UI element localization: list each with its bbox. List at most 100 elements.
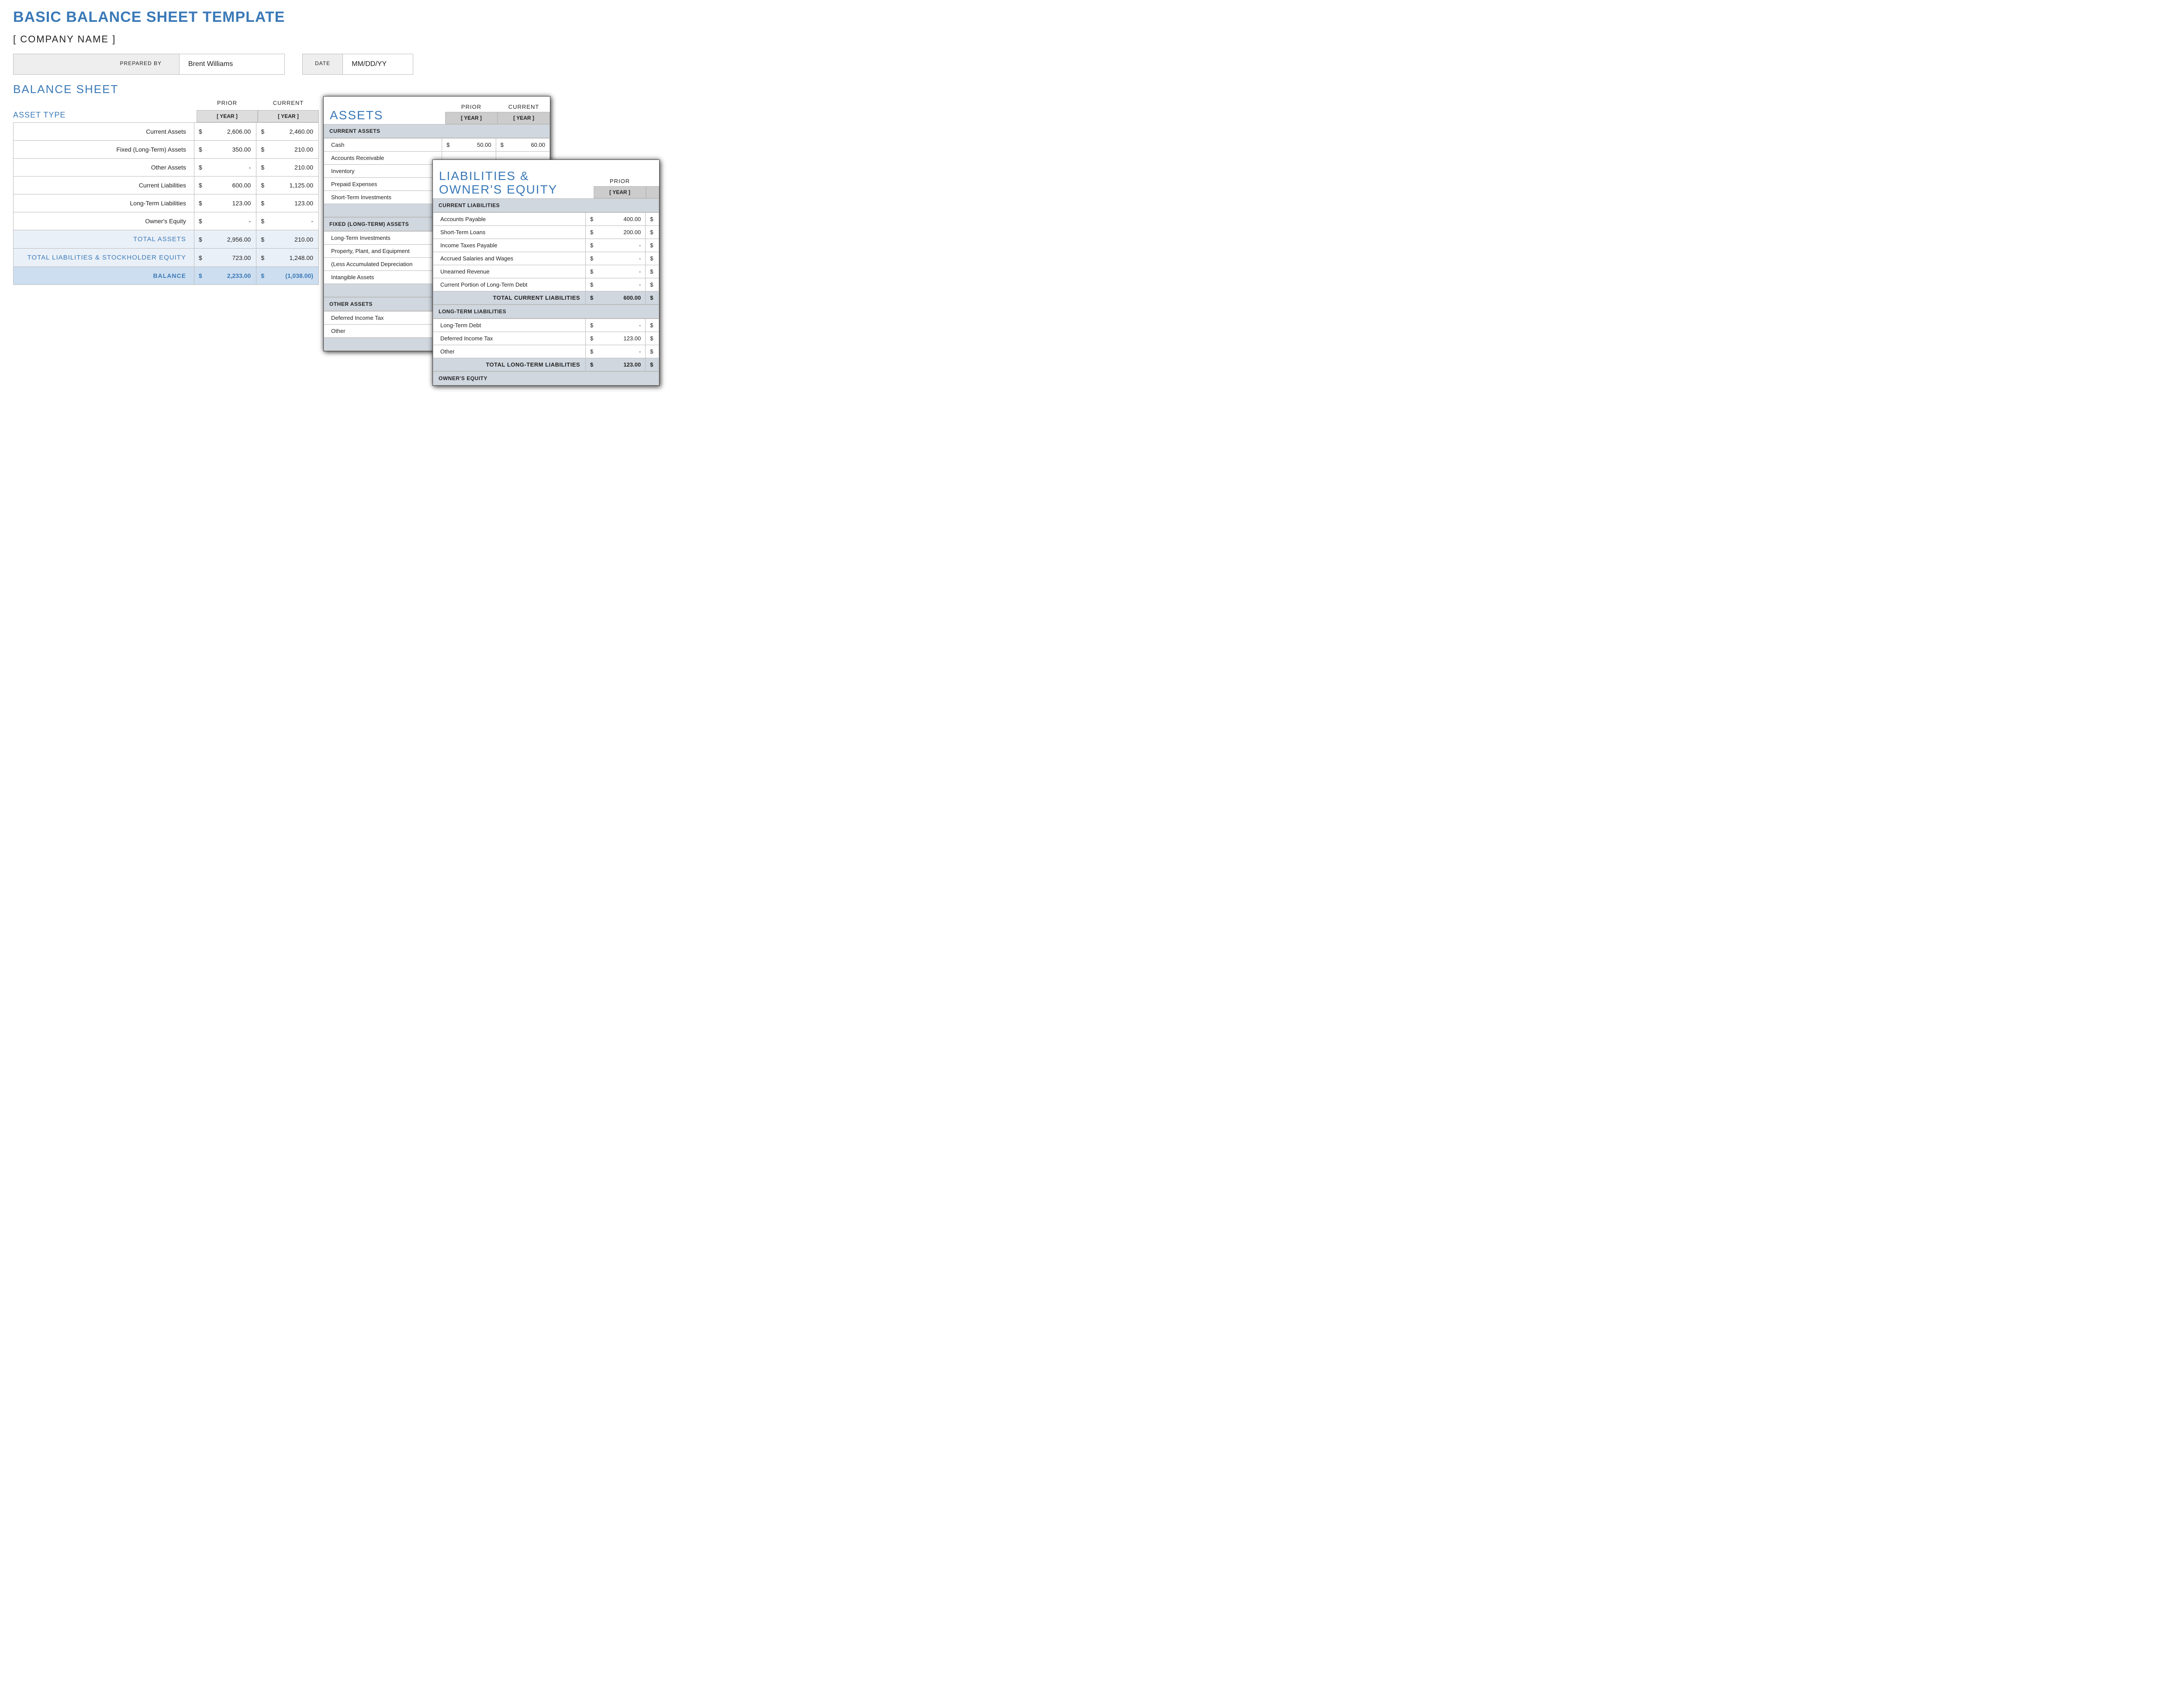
row-current[interactable]: 1,125.00 — [269, 177, 318, 194]
total-row: TOTAL LIABILITIES & STOCKHOLDER EQUITY $… — [14, 249, 319, 267]
assets-title: ASSETS — [330, 109, 445, 122]
total-prior: 2,956.00 — [207, 230, 256, 249]
asset-label: Other — [324, 325, 446, 338]
liability-label: Accounts Payable — [433, 212, 586, 225]
row-current[interactable]: - — [269, 212, 318, 230]
row-current[interactable]: 210.00 — [269, 141, 318, 159]
col-prior-label: PRIOR — [197, 98, 258, 108]
row-label: Owner's Equity — [14, 212, 194, 230]
summary-row: Fixed (Long-Term) Assets $ 350.00 $ 210.… — [14, 141, 319, 159]
currency-symbol: $ — [194, 267, 206, 285]
currency-symbol: $ — [194, 230, 206, 249]
liabilities-title: LIABILITIES & OWNER'S EQUITY — [439, 170, 594, 197]
summary-row: Current Assets $ 2,606.00 $ 2,460.00 — [14, 123, 319, 141]
asset-label: (Less Accumulated Depreciation — [324, 258, 446, 271]
summary-row: Current Liabilities $ 600.00 $ 1,125.00 — [14, 177, 319, 194]
liability-label: Deferred Income Tax — [433, 332, 586, 345]
liability-row: Other $ - $ — [433, 345, 659, 358]
company-name: [ COMPANY NAME ] — [13, 34, 633, 45]
row-prior[interactable]: 350.00 — [207, 141, 256, 159]
row-label: Current Assets — [14, 123, 194, 141]
group-header: LONG-TERM LIABILITIES — [433, 305, 659, 319]
liability-label: Income Taxes Payable — [433, 239, 586, 252]
row-current[interactable]: 2,460.00 — [269, 123, 318, 141]
currency-symbol: $ — [496, 139, 508, 152]
liability-prior[interactable]: - — [599, 265, 646, 278]
row-label: Fixed (Long-Term) Assets — [14, 141, 194, 159]
asset-label: Intangible Assets — [324, 271, 446, 284]
liability-prior[interactable]: 400.00 — [599, 212, 646, 225]
liabilities-title-l1: LIABILITIES & — [439, 169, 529, 183]
row-prior[interactable]: 2,606.00 — [207, 123, 256, 141]
currency-symbol: $ — [256, 212, 269, 230]
row-current[interactable]: 123.00 — [269, 194, 318, 212]
liability-row: Unearned Revenue $ - $ — [433, 265, 659, 278]
liability-prior[interactable]: - — [599, 345, 646, 358]
liability-label: Short-Term Loans — [433, 225, 586, 239]
balance-current: (1,038.00) — [269, 267, 318, 285]
liability-prior[interactable]: - — [599, 319, 646, 332]
row-prior[interactable]: 600.00 — [207, 177, 256, 194]
group-header: CURRENT LIABILITIES — [433, 198, 659, 212]
liabilities-title-l2: OWNER'S EQUITY — [439, 183, 557, 196]
currency-symbol: $ — [646, 319, 659, 332]
row-label: Long-Term Liabilities — [14, 194, 194, 212]
currency-symbol: $ — [256, 230, 269, 249]
currency-symbol: $ — [256, 194, 269, 212]
currency-symbol: $ — [646, 278, 659, 291]
currency-symbol: $ — [256, 177, 269, 194]
liability-prior[interactable]: - — [599, 239, 646, 252]
liab-year-current-cut[interactable] — [646, 186, 659, 198]
currency-symbol: $ — [586, 212, 599, 225]
currency-symbol: $ — [256, 159, 269, 177]
balance-row: BALANCE $ 2,233.00 $ (1,038.00) — [14, 267, 319, 285]
asset-prior[interactable]: 50.00 — [454, 139, 496, 152]
row-prior[interactable]: - — [207, 159, 256, 177]
date-value[interactable]: MM/DD/YY — [343, 54, 413, 74]
liability-prior[interactable]: - — [599, 278, 646, 291]
liab-year-prior[interactable]: [ YEAR ] — [594, 186, 646, 198]
asset-label: Deferred Income Tax — [324, 312, 446, 325]
col-current-label: CURRENT — [258, 98, 319, 108]
currency-symbol: $ — [194, 212, 206, 230]
row-prior[interactable]: 123.00 — [207, 194, 256, 212]
currency-symbol: $ — [586, 225, 599, 239]
liab-prior-label: PRIOR — [594, 176, 646, 186]
assets-year-prior[interactable]: [ YEAR ] — [445, 112, 498, 124]
currency-symbol: $ — [646, 252, 659, 265]
document-title: BASIC BALANCE SHEET TEMPLATE — [13, 9, 633, 26]
asset-label: Accounts Receivable — [324, 152, 442, 165]
row-label: Other Assets — [14, 159, 194, 177]
currency-symbol: $ — [194, 123, 206, 141]
asset-current[interactable]: 60.00 — [508, 139, 550, 152]
row-current[interactable]: 210.00 — [269, 159, 318, 177]
currency-symbol: $ — [646, 225, 659, 239]
liability-label: Accrued Salaries and Wages — [433, 252, 586, 265]
currency-symbol: $ — [646, 239, 659, 252]
balance-prior: 2,233.00 — [207, 267, 256, 285]
group-header: CURRENT ASSETS — [324, 124, 550, 138]
currency-symbol: $ — [646, 345, 659, 358]
date-label: DATE — [303, 54, 343, 74]
liability-prior[interactable]: - — [599, 252, 646, 265]
year-prior[interactable]: [ YEAR ] — [197, 110, 258, 122]
summary-table: Current Assets $ 2,606.00 $ 2,460.00Fixe… — [13, 122, 319, 285]
assets-year-current[interactable]: [ YEAR ] — [498, 112, 550, 124]
currency-symbol: $ — [586, 252, 599, 265]
year-current[interactable]: [ YEAR ] — [258, 110, 319, 122]
group-total-prior: 123.00 — [599, 358, 646, 371]
asset-label: Long-Term Investments — [324, 232, 446, 245]
liabilities-panel: LIABILITIES & OWNER'S EQUITY PRIOR [ YEA… — [432, 159, 660, 386]
group-total-label: TOTAL LONG-TERM LIABILITIES — [433, 358, 586, 371]
currency-symbol: $ — [586, 332, 599, 345]
prepared-by-value[interactable]: Brent Williams — [180, 54, 284, 74]
currency-symbol: $ — [194, 159, 206, 177]
currency-symbol: $ — [586, 239, 599, 252]
currency-symbol: $ — [194, 177, 206, 194]
asset-label: Prepaid Expenses — [324, 178, 442, 191]
liability-prior[interactable]: 123.00 — [599, 332, 646, 345]
liability-prior[interactable]: 200.00 — [599, 225, 646, 239]
row-prior[interactable]: - — [207, 212, 256, 230]
liability-label: Unearned Revenue — [433, 265, 586, 278]
group-total-prior: 600.00 — [599, 291, 646, 304]
